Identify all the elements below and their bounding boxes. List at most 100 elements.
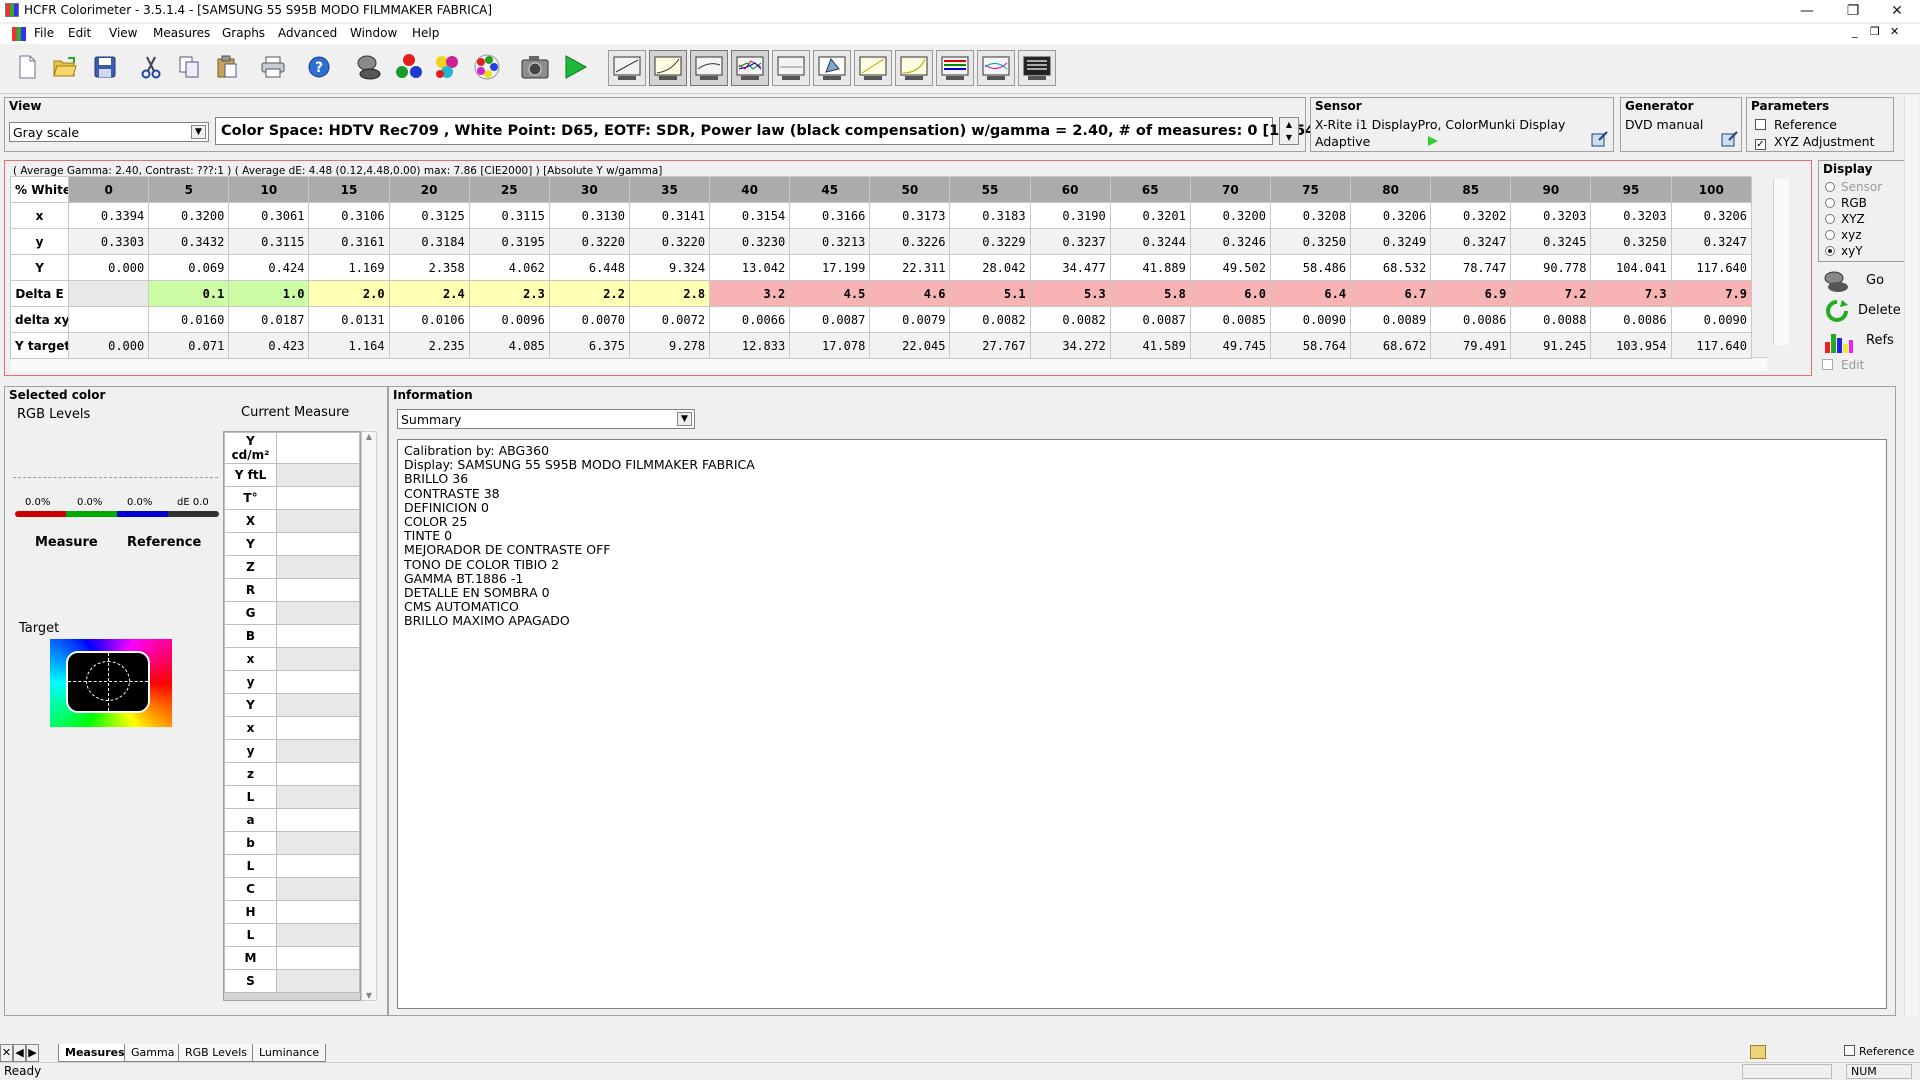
table-cell[interactable]: 0.3195 (468, 228, 550, 255)
current-measure-scrollbar[interactable]: ▲ ▼ (361, 431, 377, 1001)
table-cell[interactable]: 9.278 (628, 332, 711, 359)
table-cell[interactable]: 0.3115 (228, 228, 310, 255)
radio-selected-icon[interactable] (1825, 246, 1835, 256)
table-cell[interactable] (68, 280, 150, 307)
view-select[interactable]: Gray scale ▼ (9, 122, 209, 142)
table-cell[interactable]: 0.0106 (388, 306, 470, 333)
table-cell[interactable]: 0.0086 (1430, 306, 1512, 333)
column-header[interactable]: 25 (468, 176, 550, 203)
menu-view[interactable]: View (109, 26, 137, 40)
table-cell[interactable]: 0.3161 (308, 228, 390, 255)
table-cell[interactable]: 58.486 (1269, 254, 1352, 281)
graph-saturation-icon[interactable] (854, 50, 892, 86)
refs-button[interactable]: Refs (1818, 326, 1908, 356)
table-cell[interactable]: 0.3125 (388, 202, 470, 229)
spin-buttons[interactable]: ▲ ▼ (1279, 117, 1299, 145)
table-cell[interactable]: 7.2 (1510, 280, 1592, 307)
menu-advanced[interactable]: Advanced (278, 26, 337, 40)
column-header[interactable]: 85 (1430, 176, 1512, 203)
table-cell[interactable]: 0.071 (148, 332, 230, 359)
tab-next-icon[interactable]: ▶ (26, 1044, 39, 1062)
table-cell[interactable]: 0.0082 (1029, 306, 1111, 333)
table-cell[interactable]: 7.9 (1670, 280, 1753, 307)
table-cell[interactable]: 0.3206 (1670, 202, 1753, 229)
table-cell[interactable]: 0.3201 (1109, 202, 1191, 229)
table-cell[interactable]: 0.3246 (1189, 228, 1271, 255)
table-cell[interactable]: 13.042 (709, 254, 791, 281)
radio-icon[interactable] (1825, 182, 1835, 192)
tab-close-icon[interactable]: ✕ (0, 1044, 13, 1062)
table-cell[interactable]: 5.1 (949, 280, 1031, 307)
table-cell[interactable]: 0.0072 (628, 306, 711, 333)
table-cell[interactable]: 0.0087 (1109, 306, 1191, 333)
generator-icon[interactable] (394, 52, 424, 82)
table-cell[interactable]: 0.000 (68, 332, 150, 359)
table-cell[interactable]: 0.3200 (148, 202, 230, 229)
bottom-reference-checkbox[interactable]: Reference (1844, 1045, 1914, 1058)
table-cell[interactable]: 0.3220 (628, 228, 711, 255)
xyz-adjustment-checkbox[interactable]: ✓ XYZ Adjustment (1755, 134, 1875, 150)
table-cell[interactable]: 27.767 (949, 332, 1031, 359)
table-cell[interactable]: 0.0160 (148, 306, 230, 333)
table-cell[interactable] (68, 306, 150, 333)
table-cell[interactable]: 28.042 (949, 254, 1031, 281)
table-cell[interactable]: 0.3247 (1670, 228, 1753, 255)
table-cell[interactable]: 41.589 (1109, 332, 1191, 359)
table-cell[interactable]: 3.2 (709, 280, 791, 307)
table-cell[interactable]: 2.358 (388, 254, 470, 281)
column-header[interactable]: 75 (1269, 176, 1352, 203)
menu-help[interactable]: Help (412, 26, 439, 40)
checkbox-icon[interactable] (1822, 359, 1833, 370)
table-cell[interactable]: 78.747 (1430, 254, 1512, 281)
column-header[interactable]: 5 (148, 176, 230, 203)
table-cell[interactable]: 0.423 (228, 332, 310, 359)
table-cell[interactable]: 0.3130 (548, 202, 630, 229)
table-cell[interactable]: 103.954 (1590, 332, 1672, 359)
horizontal-scrollbar[interactable] (11, 357, 1767, 371)
new-icon[interactable] (12, 52, 42, 82)
table-cell[interactable]: 1.169 (308, 254, 390, 281)
color-balls-icon[interactable] (432, 52, 462, 82)
table-cell[interactable]: 0.424 (228, 254, 310, 281)
radio-icon[interactable] (1825, 198, 1835, 208)
column-header[interactable]: 15 (308, 176, 390, 203)
table-cell[interactable]: 2.4 (388, 280, 470, 307)
column-header[interactable]: 90 (1510, 176, 1592, 203)
table-cell[interactable]: 6.7 (1350, 280, 1432, 307)
table-cell[interactable]: 0.3303 (68, 228, 150, 255)
table-cell[interactable]: 22.045 (869, 332, 951, 359)
table-cell[interactable]: 0.0070 (548, 306, 630, 333)
checkmark-icon[interactable]: ✓ (1755, 139, 1766, 150)
document-icon[interactable] (12, 27, 26, 41)
close-button[interactable]: ✕ (1874, 0, 1920, 22)
table-cell[interactable]: 1.164 (308, 332, 390, 359)
table-cell[interactable]: 4.062 (468, 254, 550, 281)
delete-button[interactable]: Delete (1818, 296, 1908, 326)
graph-luminance-icon[interactable] (690, 50, 728, 86)
table-cell[interactable]: 0.3184 (388, 228, 470, 255)
table-cell[interactable]: 68.532 (1350, 254, 1432, 281)
table-cell[interactable]: 0.3230 (709, 228, 791, 255)
configure-generator-icon[interactable] (1721, 130, 1739, 152)
table-cell[interactable]: 4.085 (468, 332, 550, 359)
display-option-sensor[interactable]: Sensor (1825, 180, 1882, 194)
table-cell[interactable]: 0.3226 (869, 228, 951, 255)
table-cell[interactable]: 2.235 (388, 332, 470, 359)
table-cell[interactable]: 49.745 (1189, 332, 1271, 359)
play-icon[interactable] (1427, 135, 1439, 151)
checkbox-icon[interactable] (1755, 119, 1766, 130)
table-cell[interactable]: 22.311 (869, 254, 951, 281)
menu-measures[interactable]: Measures (153, 26, 210, 40)
table-cell[interactable]: 91.245 (1510, 332, 1592, 359)
table-cell[interactable]: 0.3432 (148, 228, 230, 255)
tab-prev-icon[interactable]: ◀ (13, 1044, 26, 1062)
table-cell[interactable]: 0.3245 (1510, 228, 1592, 255)
column-header[interactable]: 0 (68, 176, 150, 203)
table-cell[interactable]: 104.041 (1590, 254, 1672, 281)
column-header[interactable]: 70 (1189, 176, 1271, 203)
table-cell[interactable]: 5.3 (1029, 280, 1111, 307)
table-cell[interactable]: 4.6 (869, 280, 951, 307)
menu-graphs[interactable]: Graphs (222, 26, 265, 40)
table-cell[interactable]: 6.0 (1189, 280, 1271, 307)
table-cell[interactable]: 0.3173 (869, 202, 951, 229)
